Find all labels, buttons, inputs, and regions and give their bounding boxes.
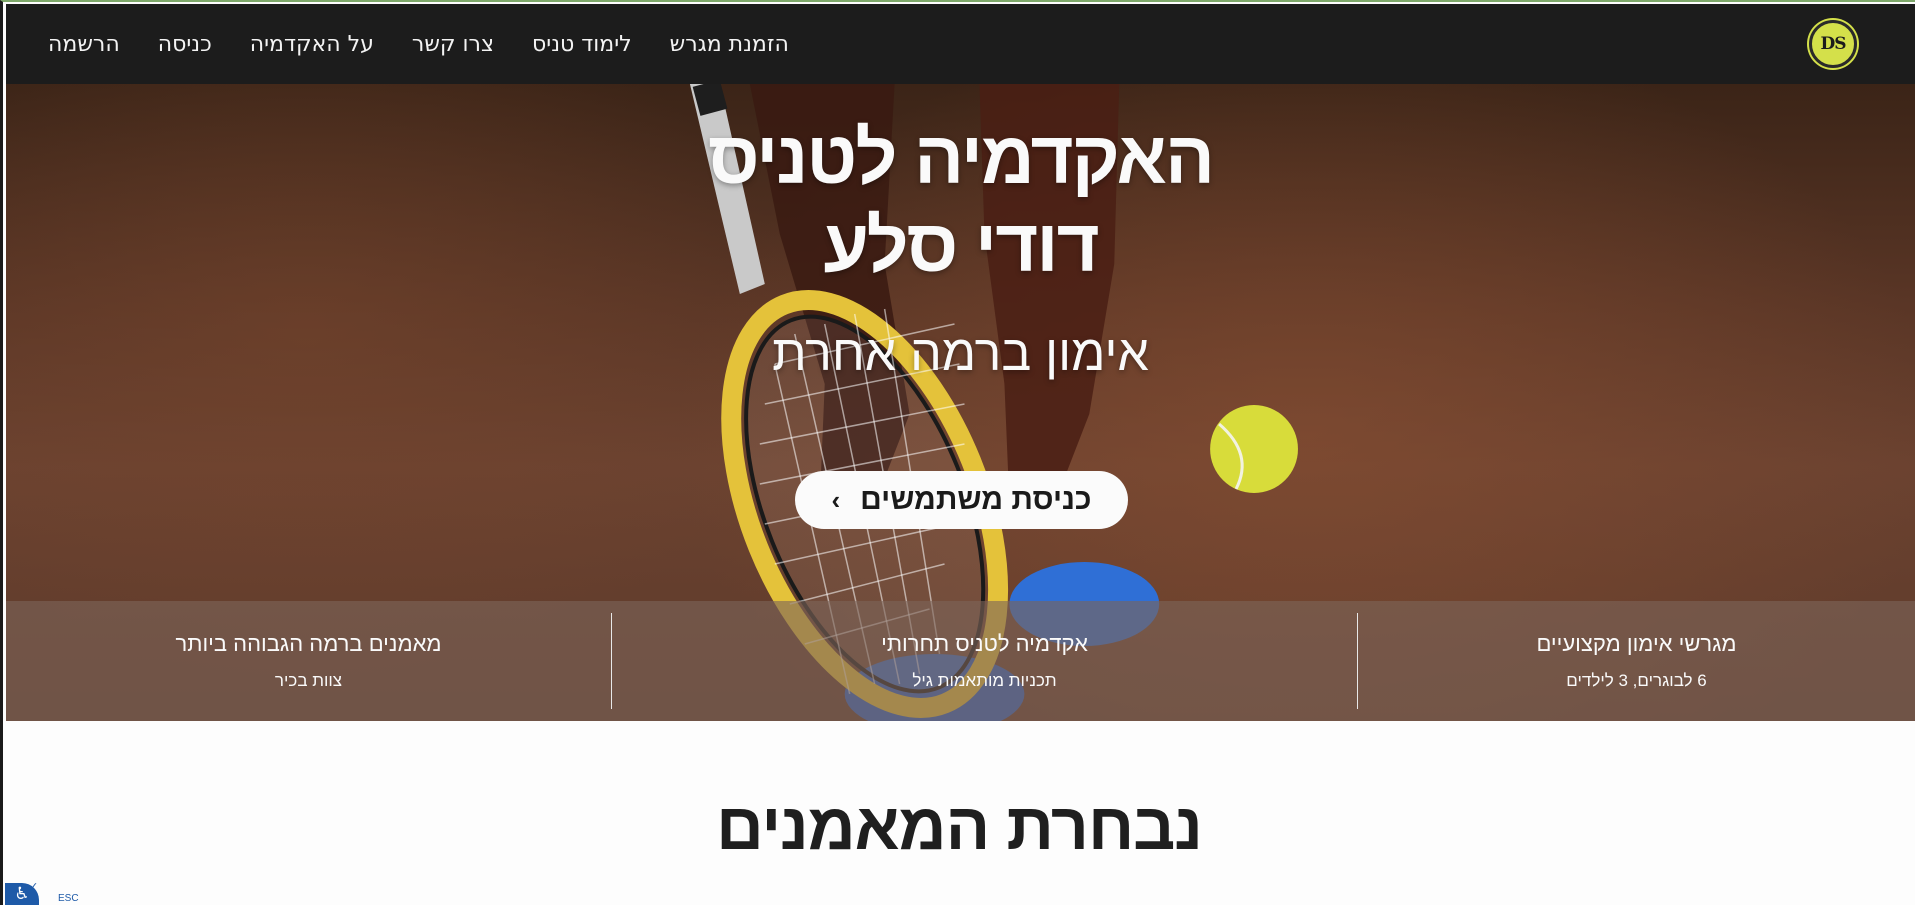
hero-title: האקדמיה לטניס דודי סלע (6, 114, 1915, 290)
features-strip: מגרשי אימון מקצועיים 6 לבוגרים, 3 לילדים… (6, 601, 1915, 721)
esc-label[interactable]: ESC (58, 893, 79, 904)
user-login-button[interactable]: כניסת משתמשים › (795, 471, 1128, 529)
academy-logo[interactable]: DS (1809, 20, 1857, 68)
coaches-section-heading: נבחרת המאמנים (716, 789, 1203, 863)
feature-subtitle: צוות בכיר (274, 671, 343, 690)
feature-title: מאמנים ברמה הגבוהה ביותר (175, 631, 442, 656)
feature-top-coaches: מאמנים ברמה הגבוהה ביותר צוות בכיר (6, 601, 611, 721)
nav-link-about[interactable]: על האקדמיה (250, 32, 374, 57)
feature-subtitle: תכניות מותאמות גיל (912, 671, 1057, 690)
hero-title-line2: דודי סלע (823, 204, 1099, 287)
feature-title: מגרשי אימון מקצועיים (1536, 631, 1737, 656)
feature-subtitle: 6 לבוגרים, 3 לילדים (1566, 671, 1707, 690)
feature-competitive-academy: אקדמיה לטניס תחרותי תכניות מותאמות גיל (612, 601, 1357, 721)
hero-title-line1: האקדמיה לטניס (707, 116, 1215, 199)
nav-link-court-booking[interactable]: הזמנת מגרש (670, 32, 789, 57)
chevron-right-icon: › (831, 484, 841, 515)
hero-subtitle: אימון ברמה אחרת (772, 325, 1149, 381)
nav-link-register[interactable]: הרשמה (48, 32, 120, 57)
nav-link-tennis-lessons[interactable]: לימוד טניס (532, 32, 632, 57)
tennis-ball (1210, 405, 1298, 493)
user-login-label: כניסת משתמשים (860, 483, 1092, 516)
wheelchair-icon: ♿ (14, 884, 30, 904)
nav-link-contact[interactable]: צרו קשר (412, 32, 494, 57)
nav-links: הזמנת מגרש לימוד טניס צרו קשר על האקדמיה… (48, 32, 789, 57)
checkmark-icon: ✓ (29, 880, 39, 893)
feature-title: אקדמיה לטניס תחרותי (881, 631, 1088, 656)
nav-link-login[interactable]: כניסה (158, 32, 212, 57)
top-navbar: DS הזמנת מגרש לימוד טניס צרו קשר על האקד… (6, 4, 1915, 84)
feature-training-courts: מגרשי אימון מקצועיים 6 לבוגרים, 3 לילדים (1358, 601, 1915, 721)
